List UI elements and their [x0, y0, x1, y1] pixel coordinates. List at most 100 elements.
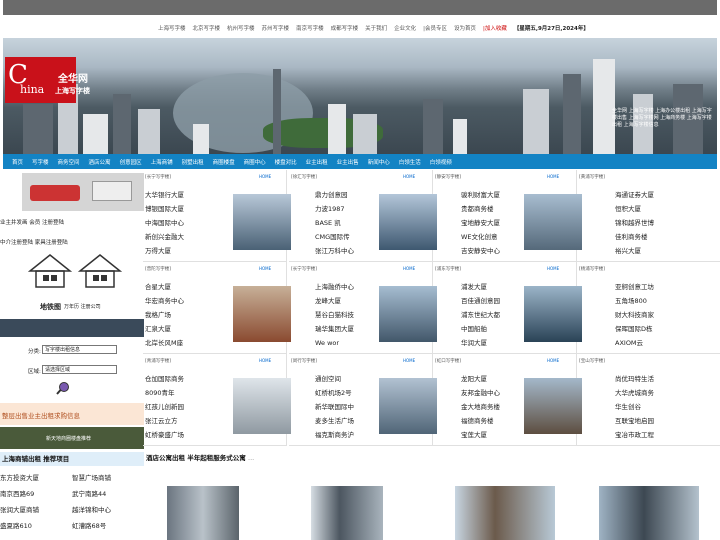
list-item[interactable]: 北岸长风M座 [145, 336, 184, 350]
district-header[interactable]: [浦东写字楼] [435, 266, 461, 272]
home-tag[interactable]: HOME [259, 174, 271, 179]
search-icon[interactable] [56, 381, 70, 395]
nav-item[interactable]: 楼盘对比 [275, 158, 297, 166]
list-item[interactable]: 虹漕路68号 [72, 520, 106, 530]
list-item[interactable]: 龙峰大厦 [315, 294, 354, 308]
list-item[interactable]: 合星大厦 [145, 280, 184, 294]
list-item[interactable]: 大华虎城商务 [615, 386, 654, 400]
type-select[interactable]: 写字楼出租信息 [42, 345, 117, 354]
list-item[interactable]: 仓加国际商务 [145, 372, 184, 386]
list-item[interactable]: 汇泉大厦 [145, 322, 184, 336]
xintiandi-banner[interactable]: 新天地商圈楼盘推荐 [0, 427, 144, 449]
list-item[interactable]: 浦东世纪大都 [461, 308, 500, 322]
list-item[interactable]: 中国船舶 [461, 322, 500, 336]
list-item[interactable]: 新华联国际中 [315, 400, 354, 414]
list-item[interactable]: 骏利财富大厦 [461, 188, 500, 202]
list-item[interactable]: 越洋锦和中心 [72, 504, 111, 514]
top-link[interactable]: 上海写字楼 [158, 24, 186, 32]
list-item[interactable]: 福德商务楼 [461, 414, 500, 428]
list-item[interactable]: 张江云立方 [145, 414, 184, 428]
list-item[interactable]: 鼎力创意园 [315, 188, 354, 202]
list-item[interactable]: 麦多生活广场 [315, 414, 354, 428]
nav-item[interactable]: 写字楼 [32, 158, 49, 166]
list-item[interactable]: 博银国际大厦 [145, 202, 184, 216]
nav-item[interactable]: 商圈中心 [244, 158, 266, 166]
building-image[interactable] [524, 194, 582, 250]
building-image[interactable] [524, 286, 582, 342]
list-item[interactable]: 新创兴金融大 [145, 230, 184, 244]
list-item[interactable]: 龙阳大厦 [461, 372, 500, 386]
list-item[interactable]: We wor [315, 336, 354, 350]
list-item[interactable]: 万得大厦 [145, 244, 184, 258]
list-item[interactable]: 通创空间 [315, 372, 354, 386]
home-tag[interactable]: HOME [547, 358, 559, 363]
top-link[interactable]: 成都写字楼 [331, 24, 359, 32]
building-image[interactable] [379, 286, 437, 342]
list-item[interactable]: 华润大厦 [461, 336, 500, 350]
top-link[interactable]: |会员专区 [423, 24, 447, 32]
list-item[interactable]: 裕兴大厦 [615, 244, 654, 258]
list-item[interactable]: 红孩儿创新园 [145, 400, 184, 414]
list-item[interactable]: 宝莲大厦 [461, 428, 500, 442]
nav-item[interactable]: 白领生活 [399, 158, 421, 166]
nav-item[interactable]: 别墅出租 [182, 158, 204, 166]
list-item[interactable]: 海通证券大厦 [615, 188, 654, 202]
list-item[interactable]: 金大地商务楼 [461, 400, 500, 414]
list-item[interactable]: 宝冶市政工程 [615, 428, 654, 442]
list-item[interactable]: 华生创谷 [615, 400, 654, 414]
list-item[interactable]: 友邦金融中心 [461, 386, 500, 400]
top-link[interactable]: 企业文化 [394, 24, 416, 32]
list-item[interactable]: WE文化创意 [461, 230, 500, 244]
home-tag[interactable]: HOME [403, 174, 415, 179]
metro-map-link[interactable]: 地铁图 [40, 302, 61, 312]
nav-item[interactable]: 首页 [12, 158, 23, 166]
owner-links[interactable]: 业主井发画 会员 注册登陆 [0, 218, 64, 226]
district-header[interactable]: [黄浦写字楼] [579, 174, 605, 180]
list-item[interactable]: 力波1987 [315, 202, 354, 216]
list-item[interactable]: 南京西路69 [0, 488, 34, 498]
district-header[interactable]: [宝山写字楼] [579, 358, 605, 364]
home-tag[interactable]: HOME [403, 358, 415, 363]
home-tag[interactable]: HOME [259, 358, 271, 363]
list-item[interactable]: 8090青年 [145, 386, 184, 400]
top-link[interactable]: 苏州写字楼 [262, 24, 290, 32]
list-item[interactable]: 宝地静安大厦 [461, 216, 500, 230]
district-header[interactable]: [杨浦写字楼] [579, 266, 605, 272]
house-icon[interactable] [28, 251, 146, 291]
apartment-image[interactable] [311, 486, 383, 540]
list-item[interactable]: 互联宝地启园 [615, 414, 654, 428]
home-tag[interactable]: HOME [547, 174, 559, 179]
list-item[interactable]: 保晖国际D栋 [615, 322, 654, 336]
district-header[interactable]: [普陀写字楼] [145, 266, 171, 272]
building-image[interactable] [233, 286, 291, 342]
top-link[interactable]: 关于我们 [365, 24, 387, 32]
building-image[interactable] [379, 378, 437, 434]
district-header[interactable]: [长宁写字楼] [145, 174, 171, 180]
district-header[interactable]: [静安写字楼] [435, 174, 461, 180]
nav-item[interactable]: 创意园区 [120, 158, 142, 166]
nav-item[interactable]: 业主出租 [306, 158, 328, 166]
district-header[interactable]: [闵行写字楼] [291, 358, 317, 364]
list-item[interactable]: CMG国际传 [315, 230, 354, 244]
list-item[interactable]: 武宁南路44 [72, 488, 106, 498]
nav-item[interactable]: 酒店公寓 [89, 158, 111, 166]
list-item[interactable]: 恒积大厦 [615, 202, 654, 216]
nav-item[interactable]: 新闻中心 [368, 158, 390, 166]
list-item[interactable]: 亚舸创意工坊 [615, 280, 654, 294]
list-item[interactable]: 盛夏路610 [0, 520, 32, 530]
list-item[interactable]: 吉安静安中心 [461, 244, 500, 258]
list-item[interactable]: 东方投资大厦 [0, 472, 39, 482]
nav-item[interactable]: 上海商铺 [151, 158, 173, 166]
list-item[interactable]: 虹桥机场2号 [315, 386, 354, 400]
building-image[interactable] [233, 194, 291, 250]
list-item[interactable]: 佳利商务楼 [615, 230, 654, 244]
apartment-image[interactable] [455, 486, 555, 540]
furniture-ad-image[interactable] [22, 173, 144, 211]
apartment-image[interactable] [167, 486, 239, 540]
nav-item[interactable]: 白领视频 [430, 158, 452, 166]
home-tag[interactable]: HOME [259, 266, 271, 271]
top-link[interactable]: 北京写字楼 [193, 24, 221, 32]
top-link[interactable]: 设为首页 [454, 24, 476, 32]
list-item[interactable]: 百佳通创意园 [461, 294, 500, 308]
list-item[interactable]: AXIOM云 [615, 336, 654, 350]
